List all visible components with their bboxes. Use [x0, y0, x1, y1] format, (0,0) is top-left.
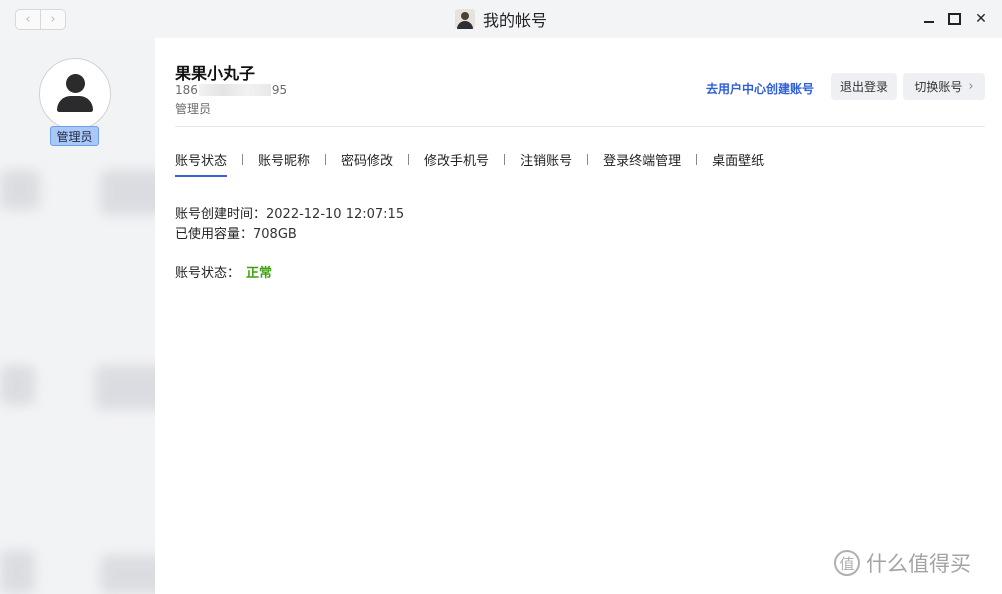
tab-login-devices[interactable]: 登录终端管理	[603, 150, 681, 177]
header-divider	[175, 126, 985, 127]
user-avatar-icon	[454, 9, 475, 29]
username: 果果小丸子	[175, 64, 256, 83]
tab-account-status[interactable]: 账号状态	[175, 150, 228, 177]
maximize-icon	[947, 13, 961, 25]
status-label: 账号状态：	[175, 266, 241, 281]
storage-row: 已使用容量：708GB	[175, 223, 297, 242]
tab-phone[interactable]: 修改手机号	[424, 150, 489, 177]
switch-account-label: 切换账号	[914, 80, 963, 94]
created-time-row: 账号创建时间：2022-12-10 12:07:15	[175, 203, 404, 222]
avatar[interactable]	[39, 58, 111, 130]
tab-password[interactable]: 密码修改	[341, 150, 393, 177]
status-value: 正常	[246, 266, 273, 281]
tab-wallpaper[interactable]: 桌面壁纸	[712, 150, 764, 177]
tab-separator	[325, 154, 327, 165]
watermark-logo-icon: 值	[834, 550, 860, 576]
tab-separator	[587, 154, 589, 165]
maximize-button[interactable]	[945, 10, 963, 28]
phone-number: 186 95	[175, 83, 287, 97]
account-tabs: 账号状态 账号昵称 密码修改 修改手机号 注销账号 登录终端管理 桌面壁纸	[175, 150, 764, 177]
sidebar: 管理员	[0, 38, 155, 594]
close-button[interactable]: ✕	[972, 10, 990, 28]
storage-value: 708GB	[253, 227, 297, 242]
logout-button[interactable]: 退出登录	[831, 73, 897, 100]
tab-separator	[696, 154, 698, 165]
tab-separator	[242, 154, 244, 165]
chevron-right-icon: ›	[968, 79, 974, 94]
minimize-button[interactable]	[920, 10, 938, 28]
tab-cancel-account[interactable]: 注销账号	[520, 150, 572, 177]
watermark: 值 什么值得买	[834, 548, 971, 578]
status-row: 账号状态： 正常	[175, 262, 272, 281]
tab-nickname[interactable]: 账号昵称	[258, 150, 310, 177]
tab-separator	[408, 154, 410, 165]
main-panel: 果果小丸子 186 95 管理员 去用户中心创建账号 退出登录 切换账号 › 账…	[155, 38, 1002, 594]
tab-separator	[504, 154, 506, 165]
role-badge: 管理员	[50, 126, 99, 146]
title-bar: ‹ › 我的帐号 ✕	[0, 0, 1002, 38]
account-role: 管理员	[175, 102, 212, 116]
created-time-label: 账号创建时间：	[175, 207, 267, 222]
person-icon-head	[66, 74, 85, 93]
close-icon: ✕	[975, 11, 987, 27]
watermark-text: 什么值得买	[866, 552, 971, 576]
phone-mask	[198, 84, 271, 96]
phone-prefix: 186	[175, 83, 198, 97]
account-window: ‹ › 我的帐号 ✕ 管理员 果果小丸子 186 95 管理员 去用户中心创建账…	[0, 0, 1002, 594]
window-title-group: 我的帐号	[0, 0, 1002, 38]
storage-label: 已使用容量：	[175, 227, 254, 242]
minimize-icon	[924, 21, 934, 23]
logout-label: 退出登录	[839, 80, 888, 94]
created-time-value: 2022-12-10 12:07:15	[266, 207, 405, 222]
window-title: 我的帐号	[482, 11, 547, 30]
create-account-link[interactable]: 去用户中心创建账号	[706, 80, 814, 97]
switch-account-button[interactable]: 切换账号 ›	[903, 73, 985, 100]
person-icon-body	[57, 96, 93, 112]
phone-suffix: 95	[271, 83, 288, 97]
